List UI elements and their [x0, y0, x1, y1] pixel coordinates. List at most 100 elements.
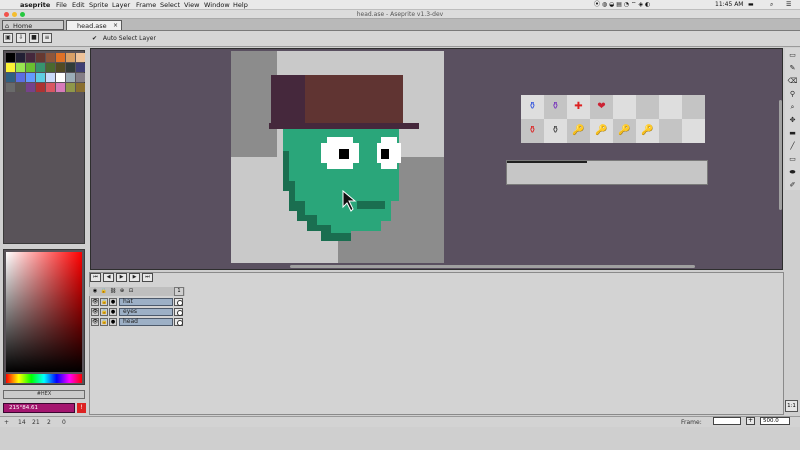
eye-icon[interactable]: 👁 — [91, 298, 99, 306]
onion-skin-icon[interactable]: ⊕ — [118, 288, 126, 295]
palette-swatch[interactable] — [46, 63, 55, 72]
palette-swatch[interactable] — [36, 83, 45, 92]
color-mode-button[interactable]: #HEX — [3, 390, 85, 399]
palette-swatch[interactable] — [76, 53, 85, 62]
palette-swatch[interactable] — [76, 63, 85, 72]
zoom-input[interactable]: 500.0 — [760, 417, 790, 425]
eyedropper-tool-icon[interactable]: ⚲ — [787, 89, 798, 100]
palette-swatch[interactable] — [56, 73, 65, 82]
search-icon[interactable]: ⌕ — [770, 0, 773, 10]
eye-icon[interactable]: 👁 — [91, 308, 99, 316]
continuous-icon[interactable]: ● — [109, 308, 117, 316]
prev-frame-button[interactable]: ◀ — [103, 273, 114, 282]
clock[interactable]: 11:45 AM — [715, 0, 743, 10]
palette-swatch[interactable] — [46, 73, 55, 82]
palette-swatch[interactable] — [16, 53, 25, 62]
palette-swatch[interactable] — [36, 53, 45, 62]
frame-icon[interactable]: ⊡ — [127, 288, 135, 295]
app-menu[interactable]: aseprite — [20, 0, 50, 10]
menu-layer[interactable]: Layer — [112, 0, 130, 10]
menu-window[interactable]: Window — [204, 0, 230, 10]
palette-swatch[interactable] — [6, 83, 15, 92]
sheet-cell[interactable] — [682, 119, 705, 143]
palette-swatch[interactable] — [56, 53, 65, 62]
layer-row-eyes[interactable]: 👁 🔒 ● eyes — [89, 307, 185, 317]
stamp-button[interactable]: ■ — [29, 33, 39, 43]
sprite-sheet-preview[interactable]: ⚱ ⚱ ✚ ❤ ⚱ ⚱ 🔑 🔑 🔑 🔑 — [521, 95, 705, 143]
lock-icon[interactable]: 🔒 — [100, 288, 108, 295]
layer-name[interactable]: head — [119, 318, 173, 326]
first-frame-button[interactable]: ⏮ — [90, 273, 101, 282]
vertical-scrollbar[interactable] — [779, 100, 782, 210]
sheet-cell[interactable] — [636, 95, 659, 119]
palette-swatch[interactable] — [66, 63, 75, 72]
close-window-button[interactable] — [4, 12, 9, 17]
visibility-icon[interactable]: ◉ — [91, 288, 99, 295]
sheet-cell[interactable] — [682, 95, 705, 119]
eye-icon[interactable]: 👁 — [91, 318, 99, 326]
menu-list-icon[interactable]: ☰ — [786, 0, 791, 10]
sheet-cell[interactable] — [659, 95, 682, 119]
menu-sprite[interactable]: Sprite — [89, 0, 108, 10]
palette-swatch[interactable] — [36, 63, 45, 72]
eraser-tool-icon[interactable]: ⌫ — [787, 76, 798, 87]
lock-icon[interactable]: 🔒 — [100, 298, 108, 306]
palette-swatch[interactable] — [16, 63, 25, 72]
line-tool-icon[interactable]: ╱ — [787, 141, 798, 152]
palette-swatch[interactable] — [26, 63, 35, 72]
add-frame-button[interactable]: + — [746, 417, 755, 425]
pencil-tool-icon[interactable]: ✎ — [787, 63, 798, 74]
palette-swatch[interactable] — [46, 53, 55, 62]
hue-slider[interactable] — [6, 374, 82, 383]
palette-swatch[interactable] — [66, 53, 75, 62]
close-tab-icon[interactable]: × — [113, 21, 118, 31]
play-button[interactable]: ▶ — [116, 273, 127, 282]
rect-tool-icon[interactable]: ▭ — [787, 154, 798, 165]
auto-select-layer-checkbox[interactable]: ✔ Auto Select Layer — [92, 35, 156, 42]
palette-swatch[interactable] — [26, 73, 35, 82]
menu-frame[interactable]: Frame — [136, 0, 156, 10]
download-button[interactable]: ⇩ — [16, 33, 26, 43]
palette-swatch[interactable] — [26, 53, 35, 62]
palette-swatch[interactable] — [36, 73, 45, 82]
palette-swatch[interactable] — [66, 73, 75, 82]
tab-home[interactable]: ⌂ Home — [2, 20, 64, 30]
palette-swatch[interactable] — [56, 83, 65, 92]
fill-tool-icon[interactable]: ⬬ — [787, 167, 798, 178]
marquee-tool-icon[interactable]: ▭ — [787, 50, 798, 61]
menu-file[interactable]: File — [56, 0, 67, 10]
blur-tool-icon[interactable]: ▬ — [787, 128, 798, 139]
palette-swatch[interactable] — [6, 53, 15, 62]
palette-swatch[interactable] — [46, 83, 55, 92]
foreground-color-field[interactable]: 215°84.61 — [3, 403, 75, 413]
layer-name[interactable]: hat — [119, 298, 173, 306]
saturation-value-square[interactable] — [6, 252, 82, 372]
palette-swatch[interactable] — [76, 73, 85, 82]
palette-swatch[interactable] — [76, 83, 85, 92]
sprite-canvas[interactable] — [231, 51, 444, 263]
layer-row-hat[interactable]: 👁 🔒 ● hat — [89, 297, 185, 307]
palette-swatch[interactable] — [56, 63, 65, 72]
cel-cell[interactable] — [174, 318, 183, 326]
sheet-cell[interactable] — [613, 95, 636, 119]
cel-cell[interactable] — [174, 308, 183, 316]
frame-number-header[interactable]: 1 — [174, 287, 184, 296]
palette-swatch[interactable] — [16, 83, 25, 92]
zoom-window-button[interactable] — [20, 12, 25, 17]
menu-help[interactable]: Help — [233, 0, 248, 10]
minimize-window-button[interactable] — [12, 12, 17, 17]
menu-edit[interactable]: Edit — [72, 0, 85, 10]
layer-row-head[interactable]: 👁 🔒 ● head — [89, 317, 185, 327]
frame-input[interactable] — [713, 417, 741, 425]
layer-name[interactable]: eyes — [119, 308, 173, 316]
flag-icon[interactable]: ▬ — [748, 0, 754, 10]
palette-swatch[interactable] — [66, 83, 75, 92]
continuous-icon[interactable]: ● — [109, 298, 117, 306]
palette-swatch[interactable] — [6, 73, 15, 82]
options-button[interactable]: ≡ — [42, 33, 52, 43]
lock-icon[interactable]: 🔒 — [100, 308, 108, 316]
palette-swatch[interactable] — [6, 63, 15, 72]
tab-head-ase[interactable]: head.ase × — [66, 20, 122, 30]
palette-swatch[interactable] — [16, 73, 25, 82]
last-frame-button[interactable]: ⏭ — [142, 273, 153, 282]
